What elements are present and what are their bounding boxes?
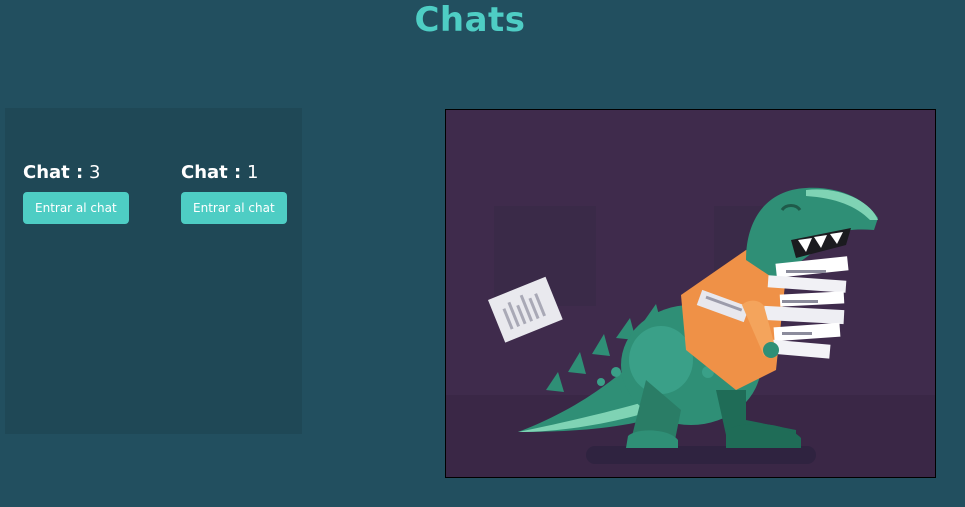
dinosaur-illustration (445, 109, 936, 478)
chat-number: 1 (246, 162, 259, 183)
page-title: Chats (414, 0, 526, 40)
enter-chat-button[interactable]: Entrar al chat (181, 192, 287, 224)
enter-chat-button[interactable]: Entrar al chat (23, 192, 129, 224)
chat-title: Chat : 3 (23, 160, 143, 186)
chat-card: Chat : 3 Entrar al chat (23, 160, 143, 224)
chat-label: Chat : (23, 162, 84, 183)
chat-title: Chat : 1 (181, 160, 301, 186)
chat-number: 3 (88, 162, 101, 183)
chat-label: Chat : (181, 162, 242, 183)
chat-card: Chat : 1 Entrar al chat (181, 160, 301, 224)
dinosaur-papers-image (446, 110, 935, 477)
chat-list-panel: Chat : 3 Entrar al chat Chat : 1 Entrar … (5, 108, 302, 434)
